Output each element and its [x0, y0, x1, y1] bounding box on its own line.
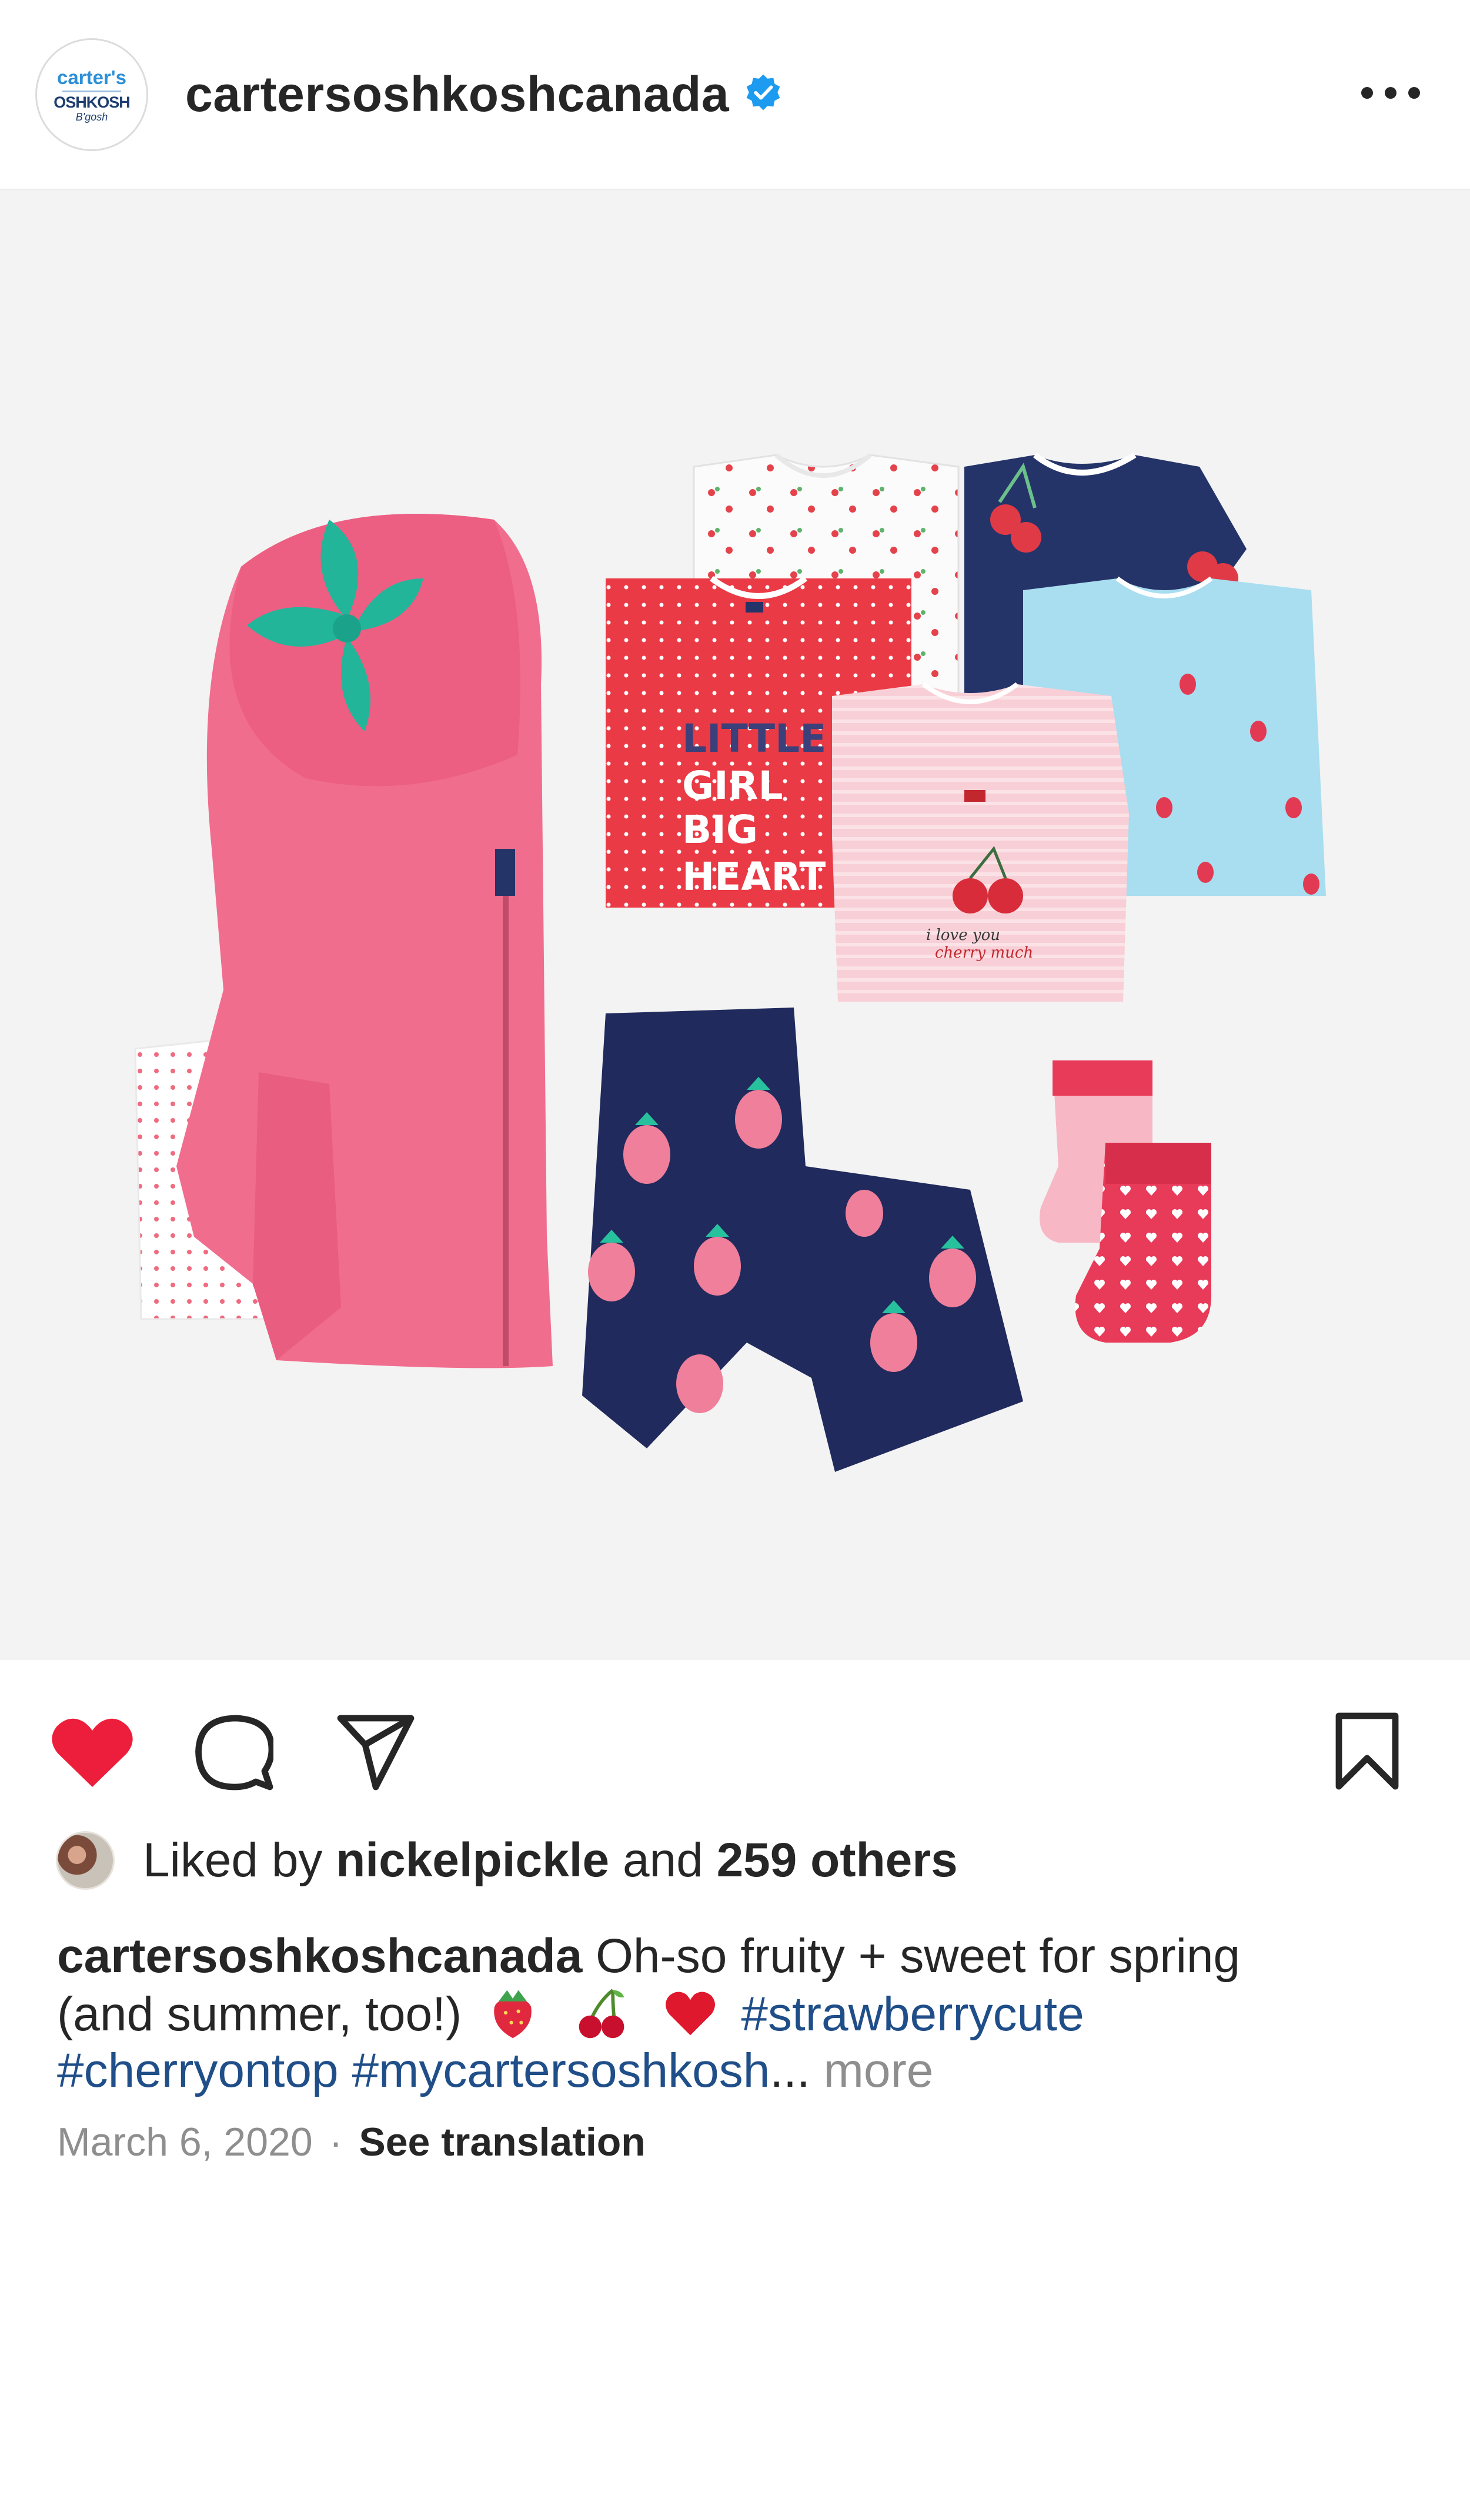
bookmark-icon[interactable]: [1332, 1710, 1402, 1792]
baby-clothes-illustration: LITTLE GIRL BIG HEART i love you cherry …: [134, 452, 1326, 1472]
post-meta: March 6, 2020 · See translation: [57, 2119, 646, 2165]
meta-separator: ·: [329, 2120, 343, 2164]
post-image[interactable]: LITTLE GIRL BIG HEART i love you cherry …: [0, 190, 1470, 1660]
cherry-text-line1: i love you: [926, 926, 1000, 944]
likes-prefix: Liked by: [143, 1833, 323, 1887]
avatar-divider: [62, 90, 121, 92]
caption-ellipsis: ...: [770, 2044, 810, 2097]
comment-icon[interactable]: [194, 1713, 273, 1792]
dot: [1408, 87, 1420, 99]
hashtag-strawberrycute[interactable]: #strawberrycute: [741, 1987, 1084, 2041]
post-username[interactable]: cartersoshkoshcanada: [185, 66, 729, 123]
pink-cherry-bodysuit: i love you cherry much: [832, 682, 1129, 1002]
bodysuit-text-little: LITTLE: [682, 716, 826, 761]
likes-summary[interactable]: Liked by nickelpickle and 259 others: [56, 1831, 958, 1890]
liker-avatar: [56, 1831, 115, 1890]
post-header: carter's OSHKOSH B'gosh cartersoshkoshca…: [0, 0, 1470, 190]
profile-avatar[interactable]: carter's OSHKOSH B'gosh: [35, 38, 148, 151]
navy-strawberry-pants: [582, 1008, 1023, 1472]
likes-count[interactable]: 259 others: [717, 1833, 958, 1888]
dot: [1385, 87, 1396, 99]
share-icon[interactable]: [335, 1713, 415, 1792]
caption-username[interactable]: cartersoshkoshcanada: [57, 1929, 582, 1983]
more-options-icon[interactable]: [1361, 81, 1420, 105]
post-date: March 6, 2020: [57, 2120, 313, 2164]
hashtag-cherryontop[interactable]: #cherryontop: [57, 2044, 339, 2097]
caption-text-2: (and summer, too!): [57, 1987, 462, 2041]
avatar-brand-oshkosh: OSHKOSH: [54, 93, 131, 111]
post-actions: [0, 1660, 1470, 1830]
avatar-brand-carters: carter's: [57, 66, 126, 88]
cherries-icon: [579, 1989, 624, 2039]
bodysuit-text-big: BIG: [682, 807, 758, 852]
caption-text-1: Oh-so fruity + sweet for spring: [596, 1929, 1241, 1983]
avatar-brand-bgosh: B'gosh: [75, 111, 108, 123]
bodysuit-text-girl: GIRL: [682, 763, 783, 808]
socks: [1040, 1060, 1211, 1343]
caption-more-link[interactable]: more: [824, 2044, 934, 2097]
dot: [1361, 87, 1373, 99]
see-translation-link[interactable]: See translation: [359, 2119, 646, 2165]
cherry-text-line2: cherry much: [935, 944, 1033, 962]
likes-middle: and: [622, 1833, 703, 1887]
pink-hoodie: [176, 514, 553, 1368]
strawberry-icon: [494, 1990, 532, 2039]
post-caption: cartersoshkoshcanada Oh-so fruity + swee…: [57, 1928, 1421, 2099]
liker-username[interactable]: nickelpickle: [336, 1833, 609, 1888]
hashtag-mycartersoshkosh[interactable]: #mycartersoshkosh: [352, 2044, 770, 2097]
heart-filled-icon[interactable]: [50, 1713, 135, 1791]
red-heart-icon: [665, 1992, 715, 2036]
bodysuit-text-heart: HEART: [682, 854, 826, 899]
verified-badge-icon: [746, 74, 780, 111]
